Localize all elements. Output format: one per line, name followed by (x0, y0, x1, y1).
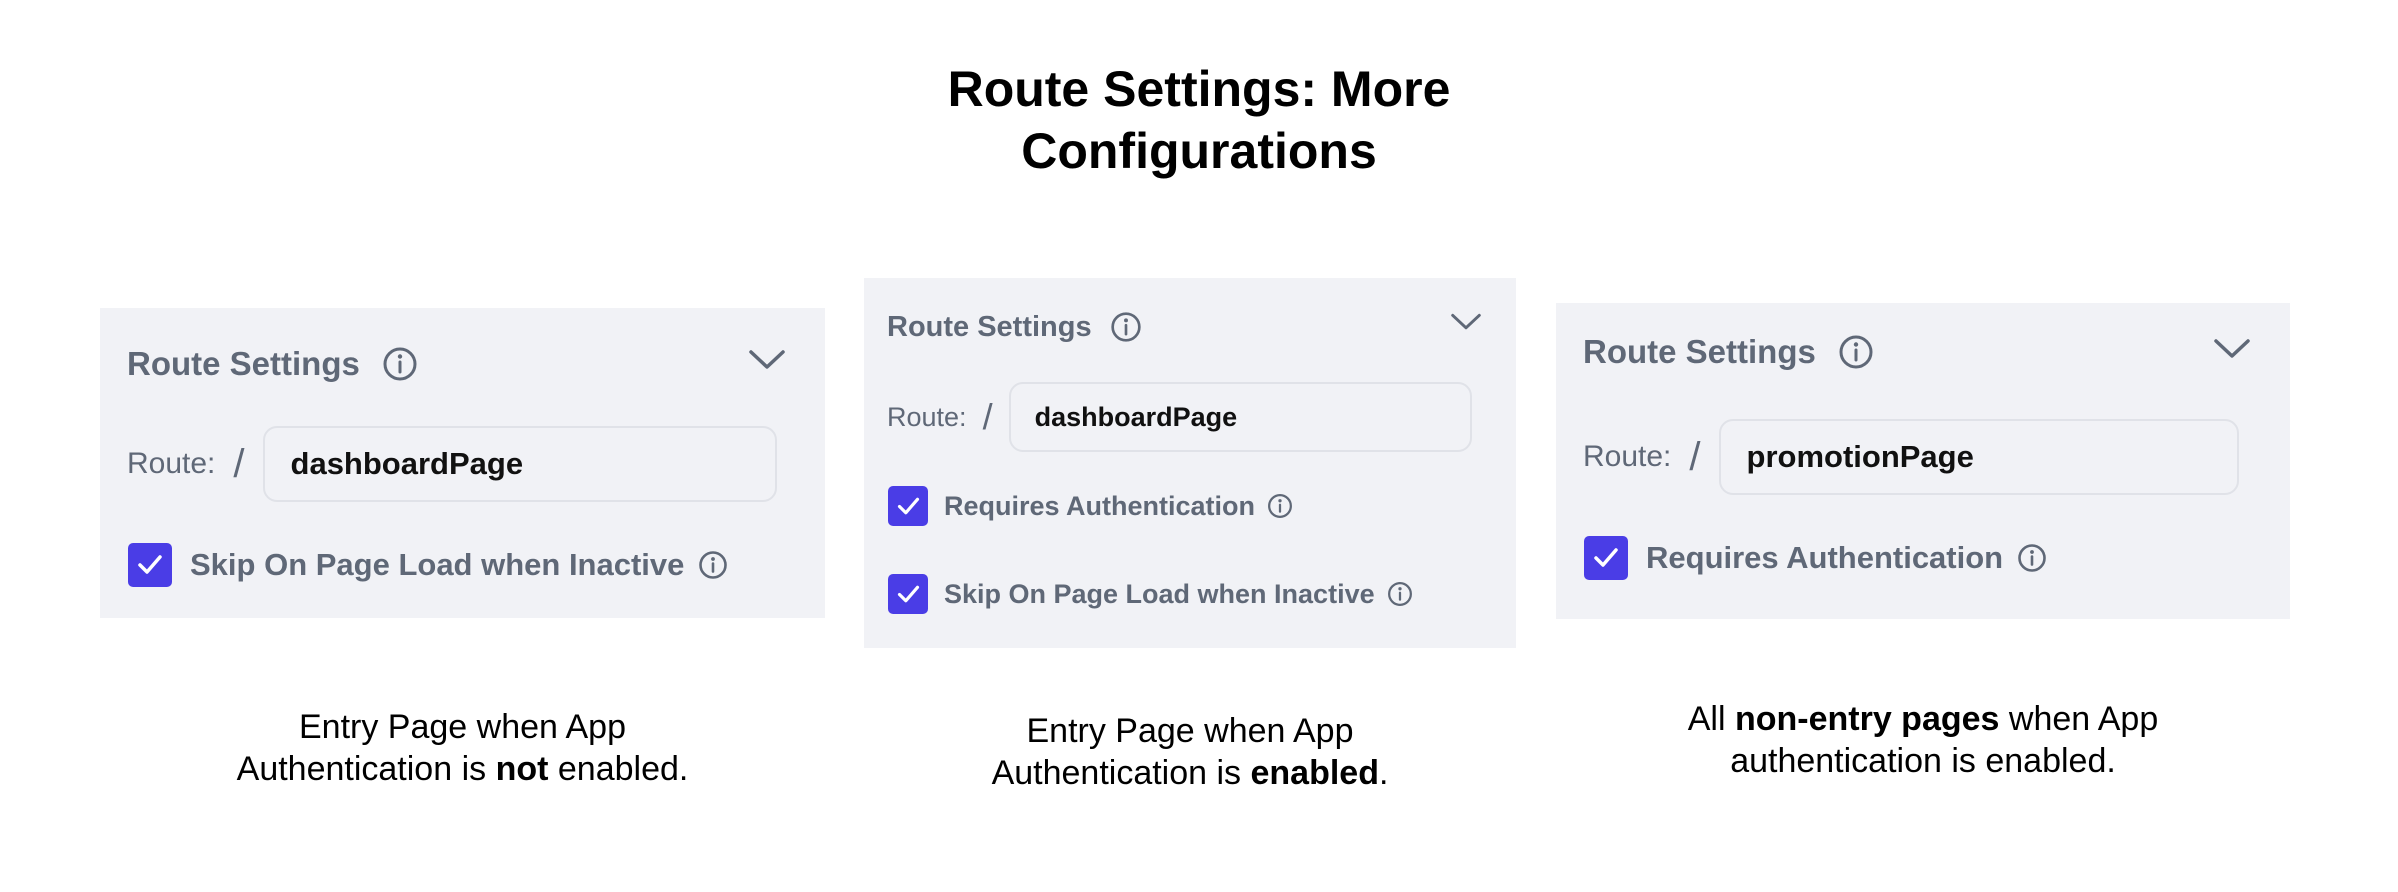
checkmark-icon (1594, 548, 1618, 567)
caption-panel-1: Entry Page when App Authentication is no… (100, 706, 825, 790)
page-title: Route Settings: More Configurations (0, 58, 2398, 182)
checkmark-icon (897, 585, 919, 602)
skip-on-page-load-label: Skip On Page Load when Inactive (944, 578, 1375, 609)
requires-authentication-label: Requires Authentication (944, 490, 1256, 521)
chevron-down-icon[interactable] (1450, 312, 1482, 337)
caption-text: when App (1999, 700, 2159, 738)
info-icon[interactable] (1838, 334, 1874, 370)
caption-text: . (1378, 754, 1389, 792)
panel-title: Route Settings (127, 345, 360, 382)
caption-line: authentication is enabled. (1730, 742, 2116, 780)
route-label: Route: (1583, 440, 1672, 473)
caption-panel-2: Entry Page when App Authentication is en… (864, 710, 1516, 794)
requires-authentication-label: Requires Authentication (1646, 540, 2004, 575)
panel-title: Route Settings (887, 310, 1092, 343)
info-icon[interactable] (698, 550, 728, 580)
skip-on-page-load-checkbox-row[interactable]: Skip On Page Load when Inactive (888, 574, 1413, 614)
skip-on-page-load-checkbox[interactable] (888, 574, 928, 614)
panel-header[interactable]: Route Settings (127, 336, 418, 392)
chevron-down-icon[interactable] (748, 348, 786, 377)
route-slash: / (233, 441, 245, 486)
skip-on-page-load-checkbox-row[interactable]: Skip On Page Load when Inactive (128, 542, 728, 588)
route-input[interactable]: dashboardPage (262, 426, 777, 502)
caption-line: All non-entry pages when App (1556, 698, 2290, 740)
caption-text: enabled. (548, 750, 689, 788)
caption-emphasis: not (495, 750, 549, 788)
panel-header[interactable]: Route Settings (887, 302, 1142, 352)
caption-emphasis: enabled (1250, 754, 1379, 792)
page-title-line-1: Route Settings: More (947, 61, 1451, 117)
info-icon[interactable] (1267, 493, 1293, 519)
route-input[interactable]: promotionPage (1718, 419, 2239, 495)
caption-line: Entry Page when App (1026, 712, 1354, 750)
route-settings-panel-3: Route Settings Route: / promotionPage Re… (1556, 303, 2290, 619)
requires-authentication-checkbox[interactable] (888, 486, 928, 526)
route-slash: / (1689, 434, 1701, 479)
caption-text: Authentication is (991, 754, 1251, 792)
route-row: Route: / promotionPage (1583, 419, 2239, 495)
checkmark-icon (138, 555, 162, 574)
checkmark-icon (897, 497, 919, 514)
route-label: Route: (887, 401, 967, 432)
caption-line: Entry Page when App (298, 708, 626, 746)
info-icon[interactable] (382, 346, 418, 382)
chevron-down-icon[interactable] (2213, 337, 2251, 366)
caption-line: Authentication is not enabled. (100, 748, 825, 790)
caption-emphasis: non-entry pages (1734, 700, 2000, 738)
panel-header[interactable]: Route Settings (1583, 325, 1874, 379)
info-icon[interactable] (2017, 543, 2047, 573)
requires-authentication-checkbox-row[interactable]: Requires Authentication (888, 486, 1293, 526)
skip-on-page-load-checkbox[interactable] (128, 543, 172, 587)
requires-authentication-checkbox[interactable] (1584, 536, 1628, 580)
info-icon[interactable] (1387, 581, 1413, 607)
caption-text: All (1687, 700, 1735, 738)
route-row: Route: / dashboardPage (127, 426, 777, 502)
route-settings-panel-1: Route Settings Route: / dashboardPage Sk… (100, 308, 825, 618)
caption-line: Authentication is enabled. (864, 752, 1516, 794)
caption-panel-3: All non-entry pages when App authenticat… (1556, 698, 2290, 782)
route-slash: / (982, 396, 993, 437)
requires-authentication-checkbox-row[interactable]: Requires Authentication (1584, 535, 2047, 581)
route-input[interactable]: dashboardPage (1008, 382, 1472, 452)
route-label: Route: (127, 447, 216, 480)
route-row: Route: / dashboardPage (887, 382, 1472, 452)
panel-title: Route Settings (1583, 333, 1816, 370)
info-icon[interactable] (1110, 311, 1142, 343)
caption-text: Authentication is (236, 750, 496, 788)
route-settings-panel-2: Route Settings Route: / dashboardPage Re… (864, 278, 1516, 648)
page-title-line-2: Configurations (1021, 123, 1377, 179)
skip-on-page-load-label: Skip On Page Load when Inactive (190, 547, 685, 582)
